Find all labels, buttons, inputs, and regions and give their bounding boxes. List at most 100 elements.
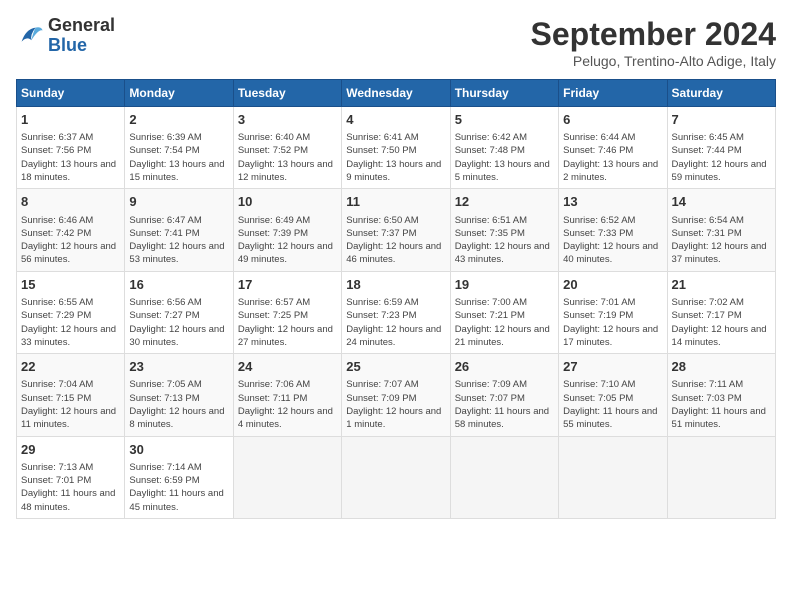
calendar-cell: 19 Sunrise: 7:00 AM Sunset: 7:21 PM Dayli…: [450, 271, 558, 353]
day-info: Sunrise: 7:00 AM Sunset: 7:21 PM Dayligh…: [455, 296, 554, 349]
calendar-cell: 15 Sunrise: 6:55 AM Sunset: 7:29 PM Dayli…: [17, 271, 125, 353]
calendar-cell: 13 Sunrise: 6:52 AM Sunset: 7:33 PM Dayli…: [559, 189, 667, 271]
calendar-cell: 11 Sunrise: 6:50 AM Sunset: 7:37 PM Dayli…: [342, 189, 450, 271]
day-info: Sunrise: 7:06 AM Sunset: 7:11 PM Dayligh…: [238, 378, 337, 431]
calendar-cell: [342, 436, 450, 518]
calendar-cell: 17 Sunrise: 6:57 AM Sunset: 7:25 PM Dayli…: [233, 271, 341, 353]
column-header-friday: Friday: [559, 80, 667, 107]
day-number: 8: [21, 193, 120, 211]
calendar-cell: 29 Sunrise: 7:13 AM Sunset: 7:01 PM Dayli…: [17, 436, 125, 518]
calendar-cell: 22Sunrise: 7:04 AM Sunset: 7:15 PM Dayli…: [17, 354, 125, 436]
calendar-cell: [667, 436, 775, 518]
day-number: 10: [238, 193, 337, 211]
calendar-header-row: SundayMondayTuesdayWednesdayThursdayFrid…: [17, 80, 776, 107]
calendar-cell: 24 Sunrise: 7:06 AM Sunset: 7:11 PM Dayli…: [233, 354, 341, 436]
day-info: Sunrise: 7:11 AM Sunset: 7:03 PM Dayligh…: [672, 378, 771, 431]
day-number: 16: [129, 276, 228, 294]
column-header-saturday: Saturday: [667, 80, 775, 107]
day-number: 28: [672, 358, 771, 376]
calendar-table: SundayMondayTuesdayWednesdayThursdayFrid…: [16, 79, 776, 519]
calendar-cell: 8Sunrise: 6:46 AM Sunset: 7:42 PM Daylig…: [17, 189, 125, 271]
day-number: 21: [672, 276, 771, 294]
day-info: Sunrise: 7:13 AM Sunset: 7:01 PM Dayligh…: [21, 461, 120, 514]
calendar-cell: 10Sunrise: 6:49 AM Sunset: 7:39 PM Dayli…: [233, 189, 341, 271]
day-number: 7: [672, 111, 771, 129]
calendar-cell: 30Sunrise: 7:14 AM Sunset: 6:59 PM Dayli…: [125, 436, 233, 518]
day-info: Sunrise: 6:37 AM Sunset: 7:56 PM Dayligh…: [21, 131, 120, 184]
calendar-cell: [233, 436, 341, 518]
day-number: 29: [21, 441, 120, 459]
day-info: Sunrise: 7:04 AM Sunset: 7:15 PM Dayligh…: [21, 378, 120, 431]
day-number: 25: [346, 358, 445, 376]
day-number: 3: [238, 111, 337, 129]
column-header-sunday: Sunday: [17, 80, 125, 107]
day-info: Sunrise: 6:55 AM Sunset: 7:29 PM Dayligh…: [21, 296, 120, 349]
day-number: 13: [563, 193, 662, 211]
day-info: Sunrise: 7:05 AM Sunset: 7:13 PM Dayligh…: [129, 378, 228, 431]
calendar-cell: 1 Sunrise: 6:37 AM Sunset: 7:56 PM Daylig…: [17, 107, 125, 189]
calendar-cell: 25 Sunrise: 7:07 AM Sunset: 7:09 PM Dayli…: [342, 354, 450, 436]
day-number: 14: [672, 193, 771, 211]
day-number: 6: [563, 111, 662, 129]
calendar-cell: 20 Sunrise: 7:01 AM Sunset: 7:19 PM Dayli…: [559, 271, 667, 353]
calendar-week-5: 29 Sunrise: 7:13 AM Sunset: 7:01 PM Dayli…: [17, 436, 776, 518]
day-number: 18: [346, 276, 445, 294]
day-info: Sunrise: 7:02 AM Sunset: 7:17 PM Dayligh…: [672, 296, 771, 349]
day-info: Sunrise: 6:59 AM Sunset: 7:23 PM Dayligh…: [346, 296, 445, 349]
day-number: 4: [346, 111, 445, 129]
day-info: Sunrise: 6:57 AM Sunset: 7:25 PM Dayligh…: [238, 296, 337, 349]
column-header-monday: Monday: [125, 80, 233, 107]
day-info: Sunrise: 7:09 AM Sunset: 7:07 PM Dayligh…: [455, 378, 554, 431]
day-number: 30: [129, 441, 228, 459]
calendar-week-2: 8Sunrise: 6:46 AM Sunset: 7:42 PM Daylig…: [17, 189, 776, 271]
day-info: Sunrise: 6:39 AM Sunset: 7:54 PM Dayligh…: [129, 131, 228, 184]
day-number: 2: [129, 111, 228, 129]
calendar-cell: 7 Sunrise: 6:45 AM Sunset: 7:44 PM Daylig…: [667, 107, 775, 189]
calendar-cell: [450, 436, 558, 518]
day-info: Sunrise: 6:54 AM Sunset: 7:31 PM Dayligh…: [672, 214, 771, 267]
day-info: Sunrise: 6:41 AM Sunset: 7:50 PM Dayligh…: [346, 131, 445, 184]
day-info: Sunrise: 6:50 AM Sunset: 7:37 PM Dayligh…: [346, 214, 445, 267]
day-info: Sunrise: 7:07 AM Sunset: 7:09 PM Dayligh…: [346, 378, 445, 431]
day-info: Sunrise: 6:56 AM Sunset: 7:27 PM Dayligh…: [129, 296, 228, 349]
day-number: 20: [563, 276, 662, 294]
calendar-cell: 4 Sunrise: 6:41 AM Sunset: 7:50 PM Daylig…: [342, 107, 450, 189]
calendar-cell: 26 Sunrise: 7:09 AM Sunset: 7:07 PM Dayli…: [450, 354, 558, 436]
day-number: 12: [455, 193, 554, 211]
calendar-week-4: 22Sunrise: 7:04 AM Sunset: 7:15 PM Dayli…: [17, 354, 776, 436]
calendar-cell: 14 Sunrise: 6:54 AM Sunset: 7:31 PM Dayli…: [667, 189, 775, 271]
column-header-wednesday: Wednesday: [342, 80, 450, 107]
calendar-cell: 3Sunrise: 6:40 AM Sunset: 7:52 PM Daylig…: [233, 107, 341, 189]
logo-icon: [16, 22, 44, 50]
day-number: 17: [238, 276, 337, 294]
day-number: 23: [129, 358, 228, 376]
day-number: 1: [21, 111, 120, 129]
day-number: 15: [21, 276, 120, 294]
logo-text: General Blue: [48, 16, 115, 56]
day-number: 26: [455, 358, 554, 376]
calendar-cell: 2 Sunrise: 6:39 AM Sunset: 7:54 PM Daylig…: [125, 107, 233, 189]
calendar-cell: 28 Sunrise: 7:11 AM Sunset: 7:03 PM Dayli…: [667, 354, 775, 436]
calendar-week-3: 15 Sunrise: 6:55 AM Sunset: 7:29 PM Dayli…: [17, 271, 776, 353]
calendar-week-1: 1 Sunrise: 6:37 AM Sunset: 7:56 PM Daylig…: [17, 107, 776, 189]
calendar-cell: 21 Sunrise: 7:02 AM Sunset: 7:17 PM Dayli…: [667, 271, 775, 353]
day-number: 24: [238, 358, 337, 376]
location: Pelugo, Trentino-Alto Adige, Italy: [531, 53, 776, 69]
day-number: 19: [455, 276, 554, 294]
day-info: Sunrise: 6:42 AM Sunset: 7:48 PM Dayligh…: [455, 131, 554, 184]
calendar-cell: 6 Sunrise: 6:44 AM Sunset: 7:46 PM Daylig…: [559, 107, 667, 189]
day-info: Sunrise: 7:10 AM Sunset: 7:05 PM Dayligh…: [563, 378, 662, 431]
day-info: Sunrise: 7:01 AM Sunset: 7:19 PM Dayligh…: [563, 296, 662, 349]
day-info: Sunrise: 6:52 AM Sunset: 7:33 PM Dayligh…: [563, 214, 662, 267]
calendar-cell: 9 Sunrise: 6:47 AM Sunset: 7:41 PM Daylig…: [125, 189, 233, 271]
day-number: 11: [346, 193, 445, 211]
calendar-cell: 18 Sunrise: 6:59 AM Sunset: 7:23 PM Dayli…: [342, 271, 450, 353]
day-info: Sunrise: 6:51 AM Sunset: 7:35 PM Dayligh…: [455, 214, 554, 267]
calendar-cell: [559, 436, 667, 518]
day-number: 9: [129, 193, 228, 211]
calendar-cell: 27Sunrise: 7:10 AM Sunset: 7:05 PM Dayli…: [559, 354, 667, 436]
day-info: Sunrise: 6:44 AM Sunset: 7:46 PM Dayligh…: [563, 131, 662, 184]
column-header-tuesday: Tuesday: [233, 80, 341, 107]
day-info: Sunrise: 6:47 AM Sunset: 7:41 PM Dayligh…: [129, 214, 228, 267]
day-info: Sunrise: 6:45 AM Sunset: 7:44 PM Dayligh…: [672, 131, 771, 184]
